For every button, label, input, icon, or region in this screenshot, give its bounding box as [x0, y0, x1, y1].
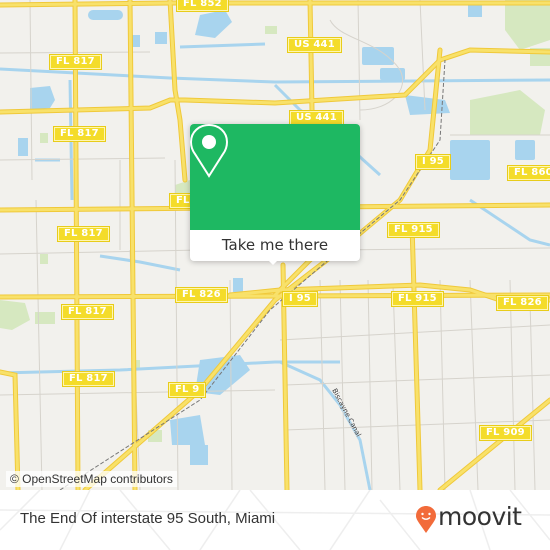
road-label-us441: US 441 [289, 110, 344, 126]
brand-name: moovit [438, 502, 522, 531]
road-label-us441: US 441 [287, 37, 342, 53]
road-label-fl817: FL 817 [49, 54, 102, 70]
road-label-i95: I 95 [282, 291, 318, 307]
road-label-fl817: FL 817 [53, 126, 106, 142]
popup-header[interactable] [190, 124, 360, 230]
road-label-fl817: FL 817 [62, 371, 115, 387]
location-title: The End Of interstate 95 South, Miami [20, 510, 276, 527]
road-label-fl817: FL 817 [57, 226, 110, 242]
location-pin-icon [190, 124, 228, 178]
road-label-fl909: FL 909 [479, 425, 532, 441]
popup-pointer [265, 257, 281, 265]
canal-label: Biscayne Canal [330, 387, 362, 438]
road-label-fl852: FL 852 [176, 0, 229, 12]
location-popup[interactable]: Take me there [190, 124, 360, 265]
road-label-fl915: FL 915 [391, 291, 444, 307]
moovit-pin-icon [416, 506, 436, 533]
map-attribution[interactable]: © OpenStreetMap contributors [6, 471, 177, 487]
map-view[interactable]: Biscayne Canal FL 852 FL 817 US 441 FL 8… [0, 0, 550, 490]
road-label-fl817: FL 817 [61, 304, 114, 320]
road-label-fl915: FL 915 [387, 222, 440, 238]
road-label-fl826: FL 826 [496, 295, 549, 311]
road-label-i95: I 95 [415, 154, 451, 170]
road-label-fl860: FL 860 [507, 165, 550, 181]
road-label-fl9: FL 9 [167, 382, 207, 398]
road-label-fl826: FL 826 [175, 287, 228, 303]
footer-bar: The End Of interstate 95 South, Miami mo… [0, 490, 550, 550]
